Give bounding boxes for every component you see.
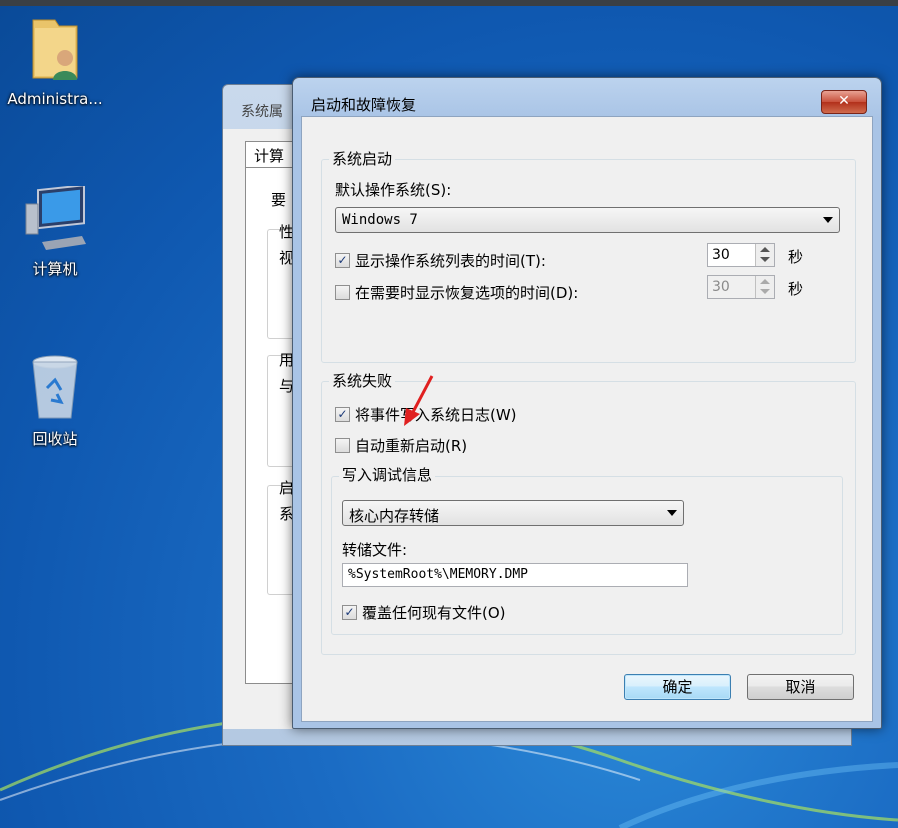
show-recovery-checkbox[interactable]: 在需要时显示恢复选项的时间(D): xyxy=(335,282,578,303)
show-recovery-time-spinner: 30 xyxy=(707,275,775,299)
overwrite-checkbox[interactable]: ✓ 覆盖任何现有文件(O) xyxy=(342,602,506,623)
spinner-buttons[interactable] xyxy=(755,244,774,266)
spin-up-icon xyxy=(760,279,770,284)
spinner-buttons xyxy=(755,276,774,298)
startup-recovery-dialog: 启动和故障恢复 ✕ 系统启动 默认操作系统(S): Windows 7 ✓ 显示… xyxy=(292,77,882,729)
spin-down-icon xyxy=(760,289,770,294)
ok-button[interactable]: 确定 xyxy=(624,674,731,700)
spinner-value: 30 xyxy=(712,247,730,263)
chevron-down-icon xyxy=(823,217,833,223)
checkbox-unchecked-icon xyxy=(335,285,350,300)
group-title-debug-info: 写入调试信息 xyxy=(339,464,436,485)
tab-computer-name[interactable]: 计算 xyxy=(245,141,295,167)
checkbox-checked-icon: ✓ xyxy=(335,253,350,268)
text-fragment: 要 xyxy=(271,191,287,209)
show-os-list-checkbox[interactable]: ✓ 显示操作系统列表的时间(T): xyxy=(335,250,546,271)
desktop-icon-label: 回收站 xyxy=(32,430,78,448)
window-title: 系统属 xyxy=(241,104,283,120)
annotation-arrow-icon xyxy=(404,375,434,426)
show-os-list-label: 显示操作系统列表的时间(T): xyxy=(355,252,546,270)
desktop-icon-computer[interactable]: 计算机 xyxy=(0,184,110,279)
group-title-system-failure: 系统失败 xyxy=(329,370,396,391)
spin-down-icon xyxy=(760,257,770,262)
default-os-label: 默认操作系统(S): xyxy=(335,181,452,199)
close-icon: ✕ xyxy=(838,93,850,109)
dump-file-label: 转储文件: xyxy=(342,541,408,559)
spin-up-icon xyxy=(760,247,770,252)
desktop-icon-label: Administra... xyxy=(7,90,103,108)
overwrite-label: 覆盖任何现有文件(O) xyxy=(362,604,506,622)
spinner-value: 30 xyxy=(712,279,730,295)
recycle-bin-icon xyxy=(0,352,110,428)
desktop-icon-label: 计算机 xyxy=(32,260,78,278)
auto-restart-checkbox[interactable]: 自动重新启动(R) xyxy=(335,435,467,456)
checkbox-unchecked-icon xyxy=(335,438,350,453)
dump-type-value: 核心内存转储 xyxy=(349,507,440,525)
chevron-down-icon xyxy=(667,510,677,516)
checkbox-checked-icon: ✓ xyxy=(342,605,357,620)
user-folder-icon xyxy=(0,14,110,90)
seconds-unit-label: 秒 xyxy=(788,248,804,266)
auto-restart-label: 自动重新启动(R) xyxy=(355,437,468,455)
desktop-icon-recycle-bin[interactable]: 回收站 xyxy=(0,352,110,449)
default-os-select[interactable]: Windows 7 xyxy=(335,207,840,233)
desktop-icon-administrator[interactable]: Administra... xyxy=(0,14,110,108)
dump-type-select[interactable]: 核心内存转储 xyxy=(342,500,684,526)
checkbox-checked-icon: ✓ xyxy=(335,407,350,422)
dump-file-input[interactable]: %SystemRoot%\MEMORY.DMP xyxy=(342,563,688,587)
group-title-system-startup: 系统启动 xyxy=(329,148,396,169)
close-button[interactable]: ✕ xyxy=(821,90,867,114)
dialog-client-area: 系统启动 默认操作系统(S): Windows 7 ✓ 显示操作系统列表的时间(… xyxy=(301,116,873,722)
default-os-value: Windows 7 xyxy=(342,212,418,228)
cancel-button[interactable]: 取消 xyxy=(747,674,854,700)
show-os-list-time-spinner[interactable]: 30 xyxy=(707,243,775,267)
dialog-title: 启动和故障恢复 xyxy=(311,96,417,114)
computer-icon xyxy=(0,184,110,258)
seconds-unit-label: 秒 xyxy=(788,280,804,298)
show-recovery-label: 在需要时显示恢复选项的时间(D): xyxy=(355,284,579,302)
